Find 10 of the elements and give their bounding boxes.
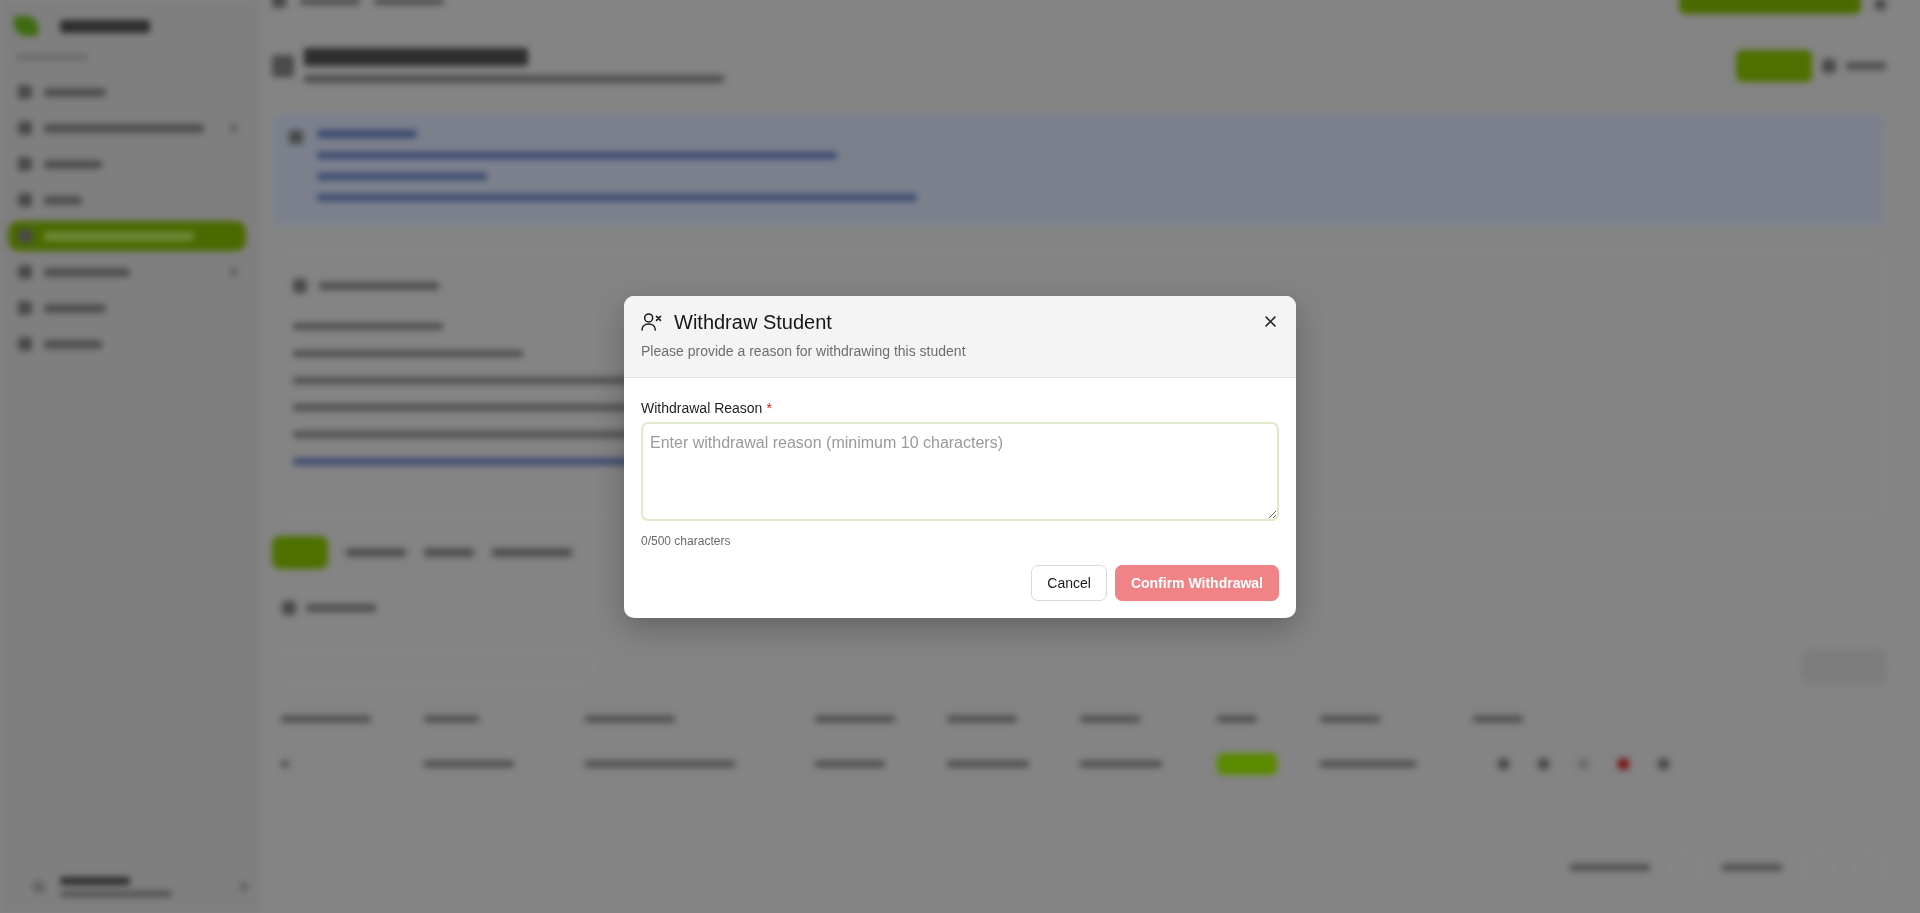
dialog-subtitle: Please provide a reason for withdrawing this student [641, 341, 967, 361]
required-mark: * [766, 398, 772, 418]
close-icon [1265, 316, 1276, 327]
character-counter: 0/500 characters [641, 532, 732, 549]
reason-field[interactable]: Enter withdrawal reason (minimum 10 characters) [641, 421, 1279, 521]
user-x-icon [641, 312, 662, 331]
field-label: Withdrawal Reason [641, 398, 763, 418]
cancel-button[interactable]: Cancel [1031, 564, 1107, 601]
dialog-title: Withdraw Student [674, 309, 832, 334]
close-button[interactable] [1262, 313, 1279, 330]
